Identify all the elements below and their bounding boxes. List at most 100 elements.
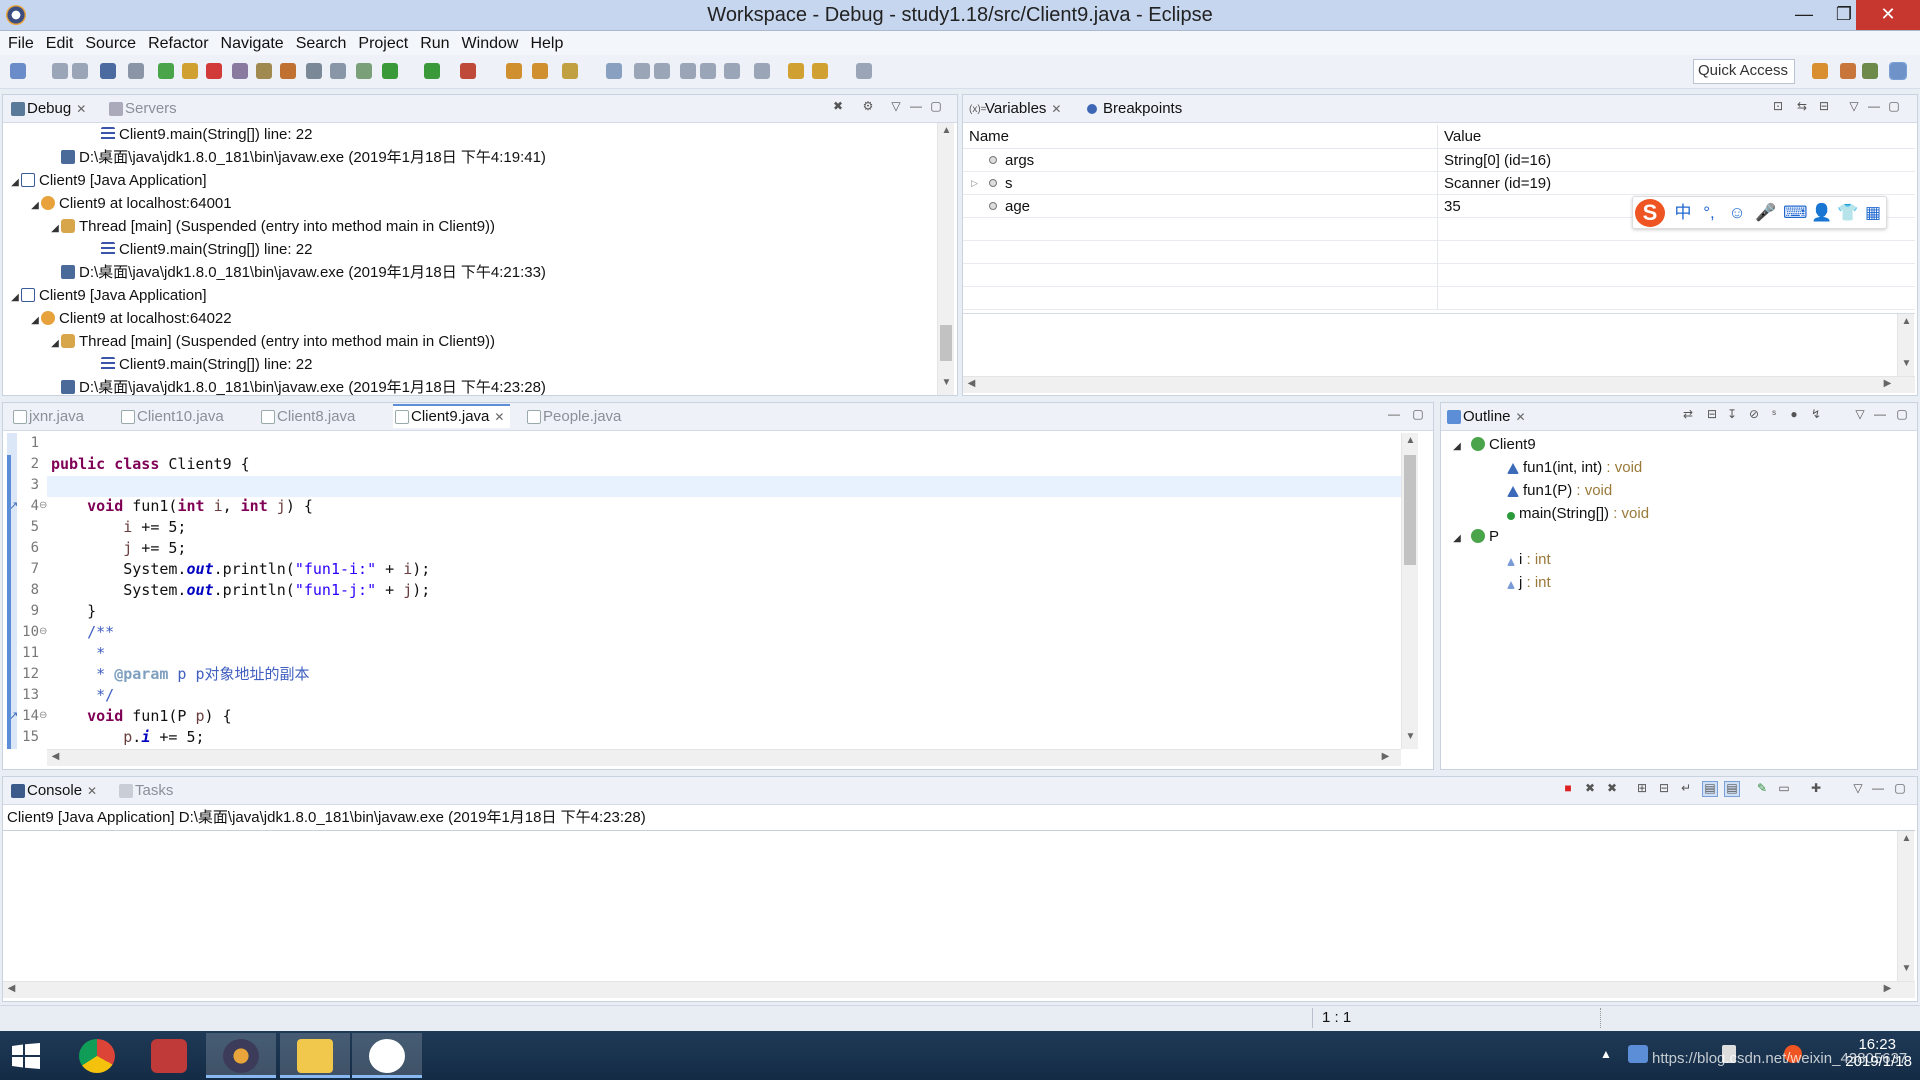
debug-perspective-icon[interactable] [1889,62,1907,80]
close-button[interactable]: ✕ [1856,0,1920,30]
toolbar-icon[interactable] [460,63,476,79]
toolbar-icon[interactable] [812,63,828,79]
menu-run[interactable]: Run [414,32,455,56]
console-scrollbar[interactable]: ▲ ▼ [1897,831,1914,981]
view-menu-icon[interactable]: ⚙ [861,100,875,114]
maximize-editor-icon[interactable]: ▢ [1411,408,1425,422]
outline-item[interactable]: fun1(int, int) : void [1499,456,1642,479]
toolbar-icon[interactable] [680,63,696,79]
menu-edit[interactable]: Edit [40,32,80,56]
toolbar-icon[interactable] [754,63,770,79]
tab-breakpoints[interactable]: Breakpoints [1085,98,1182,122]
menu-refactor[interactable]: Refactor [142,32,214,56]
expand-toggle-icon[interactable]: ◢ [1451,527,1463,550]
sogou-logo-icon[interactable]: S [1635,199,1665,227]
toolbar-icon[interactable] [128,63,144,79]
menu-source[interactable]: Source [79,32,142,56]
maximize-view-icon[interactable]: ▢ [1893,782,1907,796]
taskbar-wechat[interactable] [352,1033,422,1078]
sort-icon[interactable]: ↧ [1725,408,1739,422]
java-ee-perspective-icon[interactable] [1840,63,1856,79]
hide-non-public-icon[interactable]: ● [1787,408,1801,422]
java-perspective-icon[interactable] [1862,63,1878,79]
scroll-up-icon[interactable]: ▲ [938,125,955,136]
fold-toggle-icon[interactable]: ⊖ [39,626,47,637]
expand-variable-icon[interactable]: ▷ [971,172,978,195]
ime-toolbar[interactable]: S 中 °, ☺ 🎤 ⌨ 👤 👕 ▦ [1632,196,1887,229]
variable-row[interactable]: ▷ s Scanner (id=19) [963,172,1915,195]
toolbar-icon[interactable] [700,63,716,79]
debug-tree-item[interactable]: ◢ Client9 [Java Application] [9,284,206,309]
menu-file[interactable]: File [2,32,40,56]
show-type-names-icon[interactable]: ⊡ [1771,100,1785,114]
maximize-view-icon[interactable]: ▢ [1895,408,1909,422]
remove-terminated-icon[interactable]: ✖ [831,100,845,114]
editor-tab[interactable]: Client9.java ✕ [393,404,511,428]
toolbar-icon[interactable] [506,63,522,79]
expand-toggle-icon[interactable]: ◢ [9,286,21,309]
scroll-thumb[interactable] [940,325,952,361]
scroll-right-icon[interactable]: ▶ [1377,751,1394,762]
ime-emoji-icon[interactable]: ☺ [1727,203,1747,223]
toolbar-icon[interactable] [724,63,740,79]
toolbar-icon[interactable] [100,63,116,79]
scroll-left-icon[interactable]: ◀ [47,751,64,762]
scroll-left-icon[interactable]: ◀ [963,378,980,389]
close-tab-icon[interactable]: ✕ [1051,102,1061,116]
details-scrollbar[interactable]: ▲ ▼ [1897,314,1914,376]
menu-navigate[interactable]: Navigate [215,32,290,56]
tab-console[interactable]: Console ✕ [9,780,97,804]
tab-servers[interactable]: Servers [107,98,177,122]
close-tab-icon[interactable]: ✕ [76,102,86,116]
scroll-up-icon[interactable]: ▲ [1898,316,1915,327]
fold-toggle-icon[interactable]: ⊖ [39,500,47,511]
hide-fields-icon[interactable]: ⊘ [1747,408,1761,422]
editor-tab[interactable]: Client8.java [259,406,355,430]
scroll-left-icon[interactable]: ◀ [3,983,20,994]
toolbar-icon[interactable] [856,63,872,79]
remove-launch-icon[interactable]: ✖ [1583,782,1597,796]
toolbar-icon[interactable] [654,63,670,79]
taskbar-file-explorer[interactable] [280,1033,350,1078]
maximize-view-icon[interactable]: ▢ [1887,100,1901,114]
minimize-view-icon[interactable]: — [909,100,923,114]
scroll-up-icon[interactable]: ▲ [1402,435,1419,446]
show-logical-structure-icon[interactable]: ⇆ [1795,100,1809,114]
debug-tree-item[interactable]: ◢ Client9 [Java Application] [9,169,206,192]
clear-console-icon[interactable]: ⊞ [1635,782,1649,796]
minimize-editor-icon[interactable]: — [1387,408,1401,422]
toolbar-icon[interactable] [52,63,68,79]
column-header-name[interactable]: Name [963,125,1438,149]
details-hscrollbar[interactable]: ◀ ▶ [963,376,1915,393]
scroll-down-icon[interactable]: ▼ [1898,358,1915,369]
tab-variables[interactable]: (x)= Variables ✕ [967,98,1061,122]
toolbar-icon[interactable] [424,63,440,79]
override-marker-icon[interactable]: ↗ [9,499,18,512]
debug-tree-item[interactable]: Client9.main(String[]) line: 22 [89,238,312,261]
close-tab-icon[interactable]: ✕ [87,784,97,798]
outline-item[interactable]: ◢ P [1451,525,1499,548]
menu-window[interactable]: Window [456,32,525,56]
word-wrap-icon[interactable]: ↵ [1679,782,1693,796]
toolbar-icon[interactable] [562,63,578,79]
open-perspective-icon[interactable] [1812,63,1828,79]
debug-tree-item[interactable]: D:\桌面\java\jdk1.8.0_181\bin\javaw.exe (2… [49,261,546,284]
toolbar-icon[interactable] [72,63,88,79]
ime-chinese-mode-icon[interactable]: 中 [1673,203,1693,223]
ime-user-icon[interactable]: 👤 [1811,203,1832,223]
scroll-up-icon[interactable]: ▲ [1898,833,1915,844]
toolbar-icon[interactable] [634,63,650,79]
toolbar-icon[interactable] [382,63,398,79]
show-on-stderr-icon[interactable]: ▤ [1724,781,1740,797]
menu-help[interactable]: Help [524,32,569,56]
minimize-view-icon[interactable]: — [1873,408,1887,422]
toolbar-icon[interactable] [182,63,198,79]
hide-local-types-icon[interactable]: ↯ [1809,408,1823,422]
collapse-all-icon[interactable]: ⊟ [1705,408,1719,422]
expand-toggle-icon[interactable]: ◢ [29,194,41,217]
close-tab-icon[interactable]: ✕ [1516,410,1526,424]
tab-tasks[interactable]: Tasks [117,780,173,804]
display-selected-console-icon[interactable]: ▭ [1777,782,1791,796]
code-editor[interactable]: 1 2 public class Client9 {3 4 ⊖ void fun1(in… [3,433,1401,749]
editor-hscrollbar[interactable]: ◀ ▶ [47,749,1401,766]
